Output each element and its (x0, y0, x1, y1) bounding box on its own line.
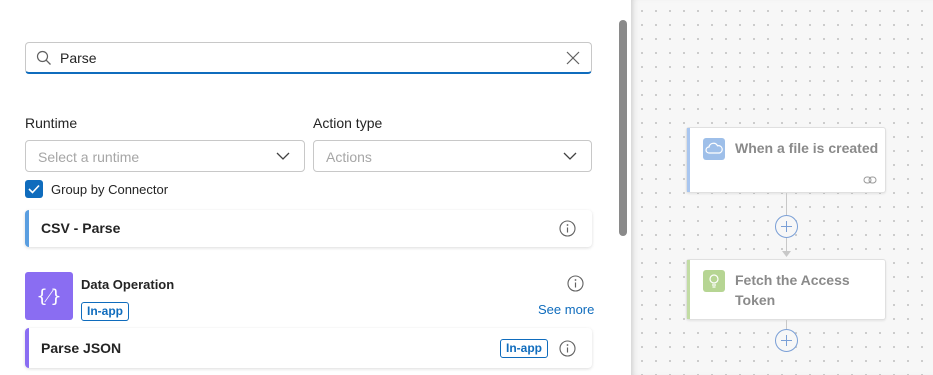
parse-json-action-card[interactable]: Parse JSON In-app (25, 328, 592, 368)
see-more-link[interactable]: See more (538, 302, 594, 317)
action-type-placeholder: Actions (326, 149, 372, 165)
action-title-line-2: Token (735, 292, 776, 308)
designer-canvas[interactable]: When a file is created Fetch the Access … (631, 0, 933, 375)
in-app-badge: In-app (500, 339, 548, 358)
runtime-dropdown[interactable]: Select a runtime (25, 140, 305, 172)
panel-scrollbar[interactable] (619, 20, 627, 236)
clear-search-icon[interactable] (565, 50, 581, 66)
node-stripe (687, 128, 690, 192)
curly-braces-icon: {⁄} (36, 285, 62, 307)
trigger-node[interactable]: When a file is created (686, 127, 886, 193)
search-icon (36, 50, 51, 65)
lightbulb-icon (703, 270, 725, 292)
action-node[interactable]: Fetch the Access Token (686, 259, 886, 320)
checkmark-icon (28, 184, 40, 194)
csv-parse-title: CSV - Parse (41, 220, 121, 236)
connector-line (786, 193, 787, 215)
info-icon[interactable] (567, 275, 584, 292)
onedrive-cloud-icon (703, 138, 725, 160)
card-accent-bar (25, 210, 29, 247)
card-accent-bar (25, 328, 29, 368)
action-type-dropdown[interactable]: Actions (313, 140, 592, 172)
info-icon[interactable] (559, 340, 576, 357)
add-action-panel: Runtime Action type Select a runtime Act… (0, 0, 631, 375)
search-box[interactable] (25, 42, 592, 74)
csv-parse-action-card[interactable]: CSV - Parse (25, 210, 592, 247)
search-input[interactable] (60, 47, 560, 69)
info-icon[interactable] (559, 220, 576, 237)
add-step-plus-icon[interactable] (775, 329, 798, 352)
in-app-badge: In-app (81, 302, 129, 321)
data-operation-connector-icon: {⁄} (25, 272, 73, 320)
link-icon (863, 176, 877, 184)
group-by-connector-label: Group by Connector (51, 182, 169, 197)
arrow-down-icon (782, 251, 791, 257)
data-operation-title: Data Operation (81, 277, 175, 292)
node-stripe (687, 260, 690, 319)
chevron-down-icon (563, 152, 577, 160)
runtime-label: Runtime (25, 115, 78, 131)
trigger-title: When a file is created (735, 140, 879, 156)
insert-step-plus-icon[interactable] (775, 215, 798, 238)
action-title-line-1: Fetch the Access (735, 272, 850, 288)
chevron-down-icon (276, 152, 290, 160)
parse-json-title: Parse JSON (41, 340, 122, 356)
action-type-label: Action type (313, 115, 383, 131)
group-by-connector-checkbox[interactable] (25, 180, 43, 198)
runtime-placeholder: Select a runtime (38, 149, 140, 165)
